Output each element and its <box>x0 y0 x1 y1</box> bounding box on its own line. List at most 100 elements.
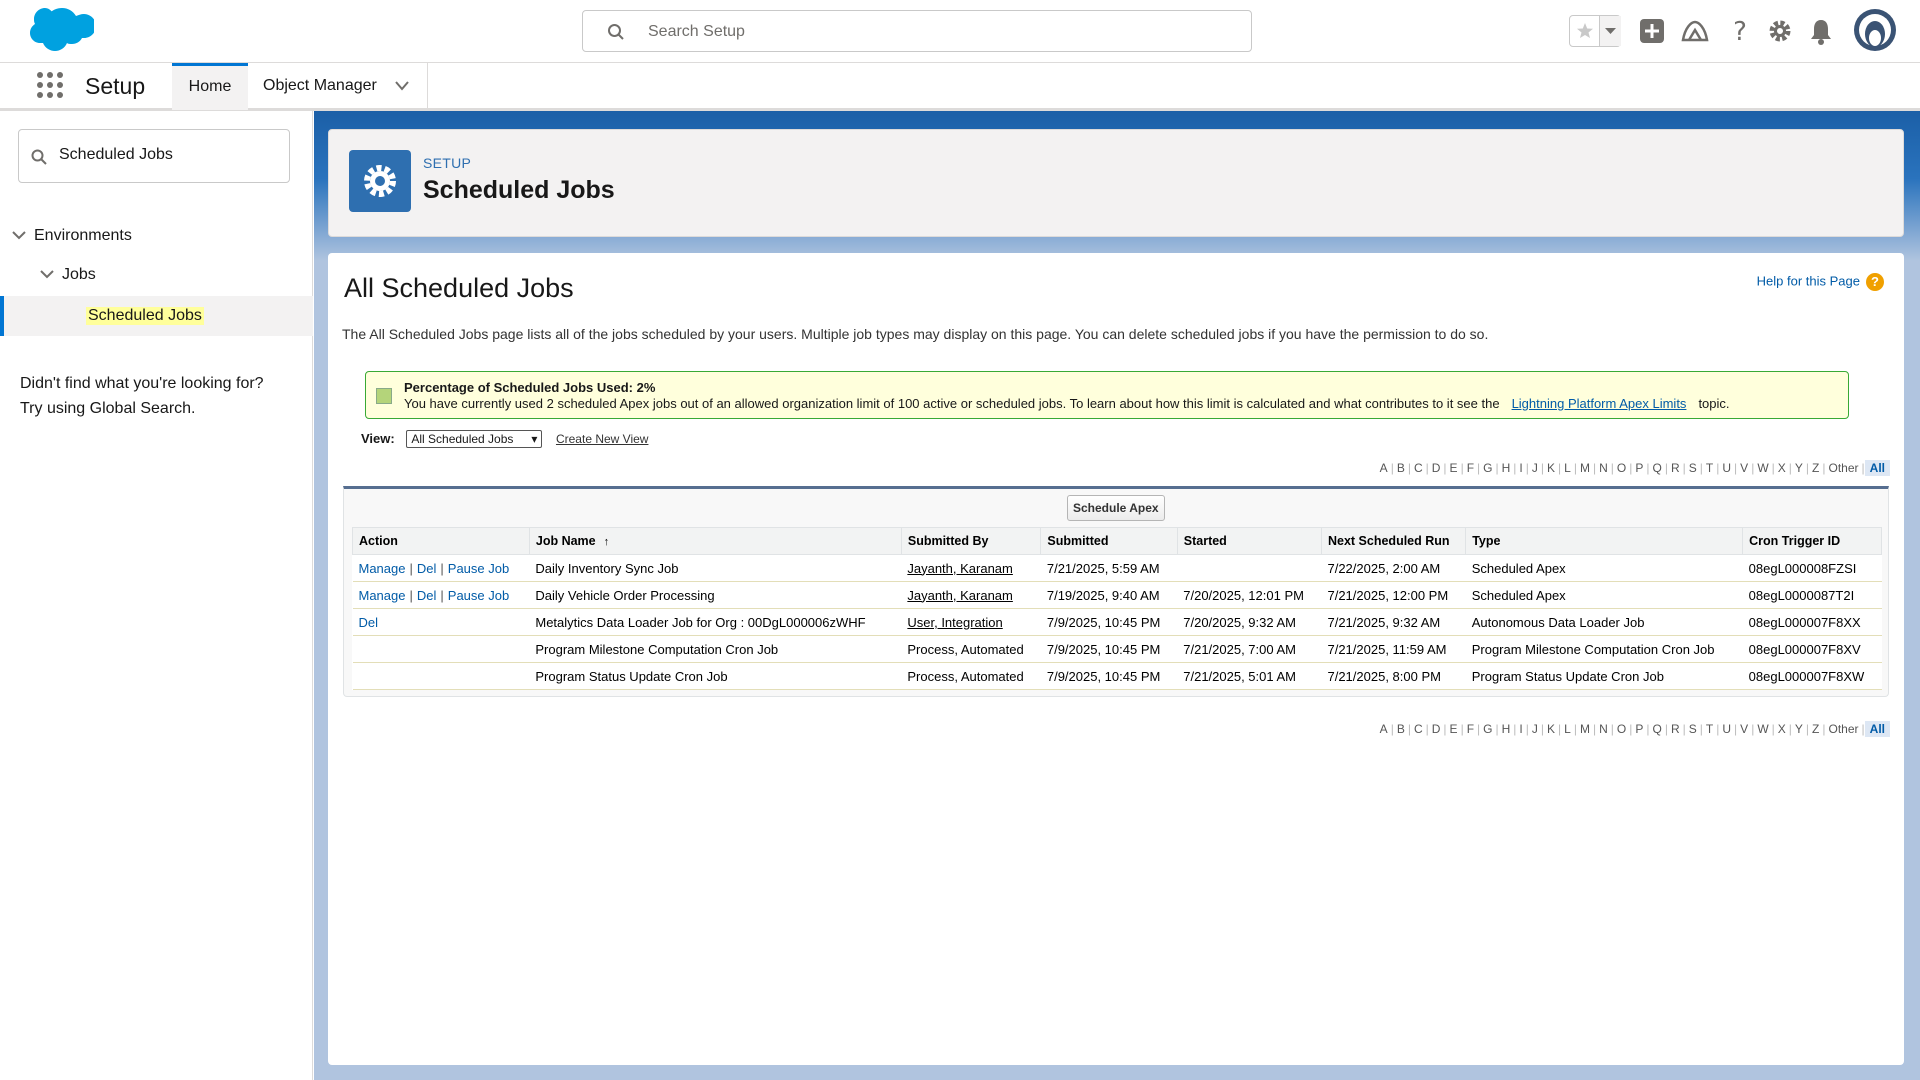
del-link[interactable]: Del <box>359 615 379 630</box>
column-header[interactable]: Submitted <box>1040 527 1178 555</box>
alpha-filter-m[interactable]: M <box>1577 722 1593 736</box>
alpha-filter-f[interactable]: F <box>1464 461 1477 475</box>
alpha-filter-e[interactable]: E <box>1447 722 1461 736</box>
column-header[interactable]: Next Scheduled Run <box>1320 527 1467 555</box>
alpha-filter-p[interactable]: P <box>1632 461 1646 475</box>
alpha-filter-a[interactable]: A <box>1377 461 1391 475</box>
user-avatar[interactable] <box>1853 8 1897 52</box>
quick-find-input[interactable]: Scheduled Jobs <box>18 129 290 183</box>
schedule-apex-button[interactable]: Schedule Apex <box>1067 495 1165 521</box>
alpha-filter-other[interactable]: Other <box>1826 461 1862 475</box>
alpha-filter-o[interactable]: O <box>1614 722 1629 736</box>
alpha-filter-w[interactable]: W <box>1754 461 1771 475</box>
view-select[interactable]: All Scheduled Jobs ▾ <box>406 430 543 448</box>
alpha-filter-u[interactable]: U <box>1719 461 1734 475</box>
alpha-filter-i[interactable]: I <box>1516 461 1525 475</box>
column-header[interactable]: Action <box>352 527 530 555</box>
help-link[interactable]: Help for this Page? <box>1757 273 1884 291</box>
del-link[interactable]: Del <box>417 588 437 603</box>
alpha-filter-l[interactable]: L <box>1561 461 1574 475</box>
global-search-input[interactable]: Search Setup <box>582 10 1252 52</box>
apex-limits-link[interactable]: Lightning Platform Apex Limits <box>1512 396 1687 411</box>
chevron-down-icon[interactable] <box>12 230 26 240</box>
alpha-filter-y[interactable]: Y <box>1792 722 1806 736</box>
manage-link[interactable]: Manage <box>359 588 406 603</box>
alpha-filter-i[interactable]: I <box>1516 722 1525 736</box>
column-header[interactable]: Job Name ↑ <box>528 527 902 555</box>
alpha-filter-r[interactable]: R <box>1668 722 1683 736</box>
column-header[interactable]: Submitted By <box>900 527 1042 555</box>
alpha-filter-n[interactable]: N <box>1596 461 1611 475</box>
alpha-filter-all[interactable]: All <box>1864 460 1890 476</box>
tree-item-scheduled-jobs[interactable]: Scheduled Jobs <box>0 296 313 336</box>
alpha-filter-v[interactable]: V <box>1737 461 1751 475</box>
alpha-filter-d[interactable]: D <box>1429 722 1444 736</box>
favorites-control[interactable] <box>1569 15 1621 47</box>
alpha-filter-v[interactable]: V <box>1737 722 1751 736</box>
del-link[interactable]: Del <box>417 561 437 576</box>
alpha-filter-q[interactable]: Q <box>1650 461 1665 475</box>
favorites-dropdown-icon[interactable] <box>1600 16 1621 46</box>
tab-object-manager[interactable]: Object Manager <box>248 63 428 110</box>
alpha-filter-all[interactable]: All <box>1864 721 1890 737</box>
alpha-filter-a[interactable]: A <box>1377 722 1391 736</box>
column-header[interactable]: Cron Trigger ID <box>1742 527 1882 555</box>
help-icon[interactable]: ? <box>1727 14 1753 48</box>
alpha-filter-q[interactable]: Q <box>1650 722 1665 736</box>
submitted-by-cell[interactable]: User, Integration <box>901 608 1041 636</box>
alpha-filter-u[interactable]: U <box>1719 722 1734 736</box>
setup-gear-icon[interactable] <box>1767 14 1793 48</box>
column-header[interactable]: Type <box>1465 527 1744 555</box>
alpha-filter-n[interactable]: N <box>1596 722 1611 736</box>
trailhead-icon[interactable] <box>1681 14 1709 48</box>
alpha-filter-other[interactable]: Other <box>1826 722 1862 736</box>
app-launcher-icon[interactable] <box>36 71 64 99</box>
tree-item-environments[interactable]: Environments <box>12 227 132 245</box>
notifications-bell-icon[interactable] <box>1808 14 1834 48</box>
create-new-view-link[interactable]: Create New View <box>556 432 648 446</box>
column-header[interactable]: Started <box>1176 527 1322 555</box>
salesforce-logo[interactable] <box>18 6 94 58</box>
alpha-filter-d[interactable]: D <box>1429 461 1444 475</box>
pause-job-link[interactable]: Pause Job <box>448 588 509 603</box>
alpha-filter-e[interactable]: E <box>1447 461 1461 475</box>
manage-link[interactable]: Manage <box>359 561 406 576</box>
alpha-filter-f[interactable]: F <box>1464 722 1477 736</box>
alpha-filter-y[interactable]: Y <box>1792 461 1806 475</box>
alpha-filter-z[interactable]: Z <box>1809 461 1822 475</box>
tree-item-jobs[interactable]: Jobs <box>40 266 96 284</box>
alpha-filter-g[interactable]: G <box>1480 461 1495 475</box>
alpha-filter-r[interactable]: R <box>1668 461 1683 475</box>
chevron-down-icon[interactable] <box>40 269 54 279</box>
alpha-filter-x[interactable]: X <box>1775 461 1789 475</box>
alpha-filter-t[interactable]: T <box>1703 461 1716 475</box>
alpha-filter-k[interactable]: K <box>1544 461 1558 475</box>
alpha-filter-b[interactable]: B <box>1394 461 1408 475</box>
alpha-filter-c[interactable]: C <box>1411 722 1426 736</box>
tab-home[interactable]: Home <box>172 63 248 110</box>
submitted-by-value[interactable]: Jayanth, Karanam <box>907 561 1013 576</box>
submitted-by-cell[interactable]: Jayanth, Karanam <box>901 554 1041 582</box>
alpha-filter-t[interactable]: T <box>1703 722 1716 736</box>
chevron-down-icon[interactable] <box>394 80 410 92</box>
alpha-filter-s[interactable]: S <box>1686 461 1700 475</box>
alpha-filter-j[interactable]: J <box>1529 722 1541 736</box>
alpha-filter-g[interactable]: G <box>1480 722 1495 736</box>
submitted-by-value[interactable]: Jayanth, Karanam <box>907 588 1013 603</box>
favorites-star-icon[interactable] <box>1570 16 1600 46</box>
pause-job-link[interactable]: Pause Job <box>448 561 509 576</box>
alpha-filter-w[interactable]: W <box>1754 722 1771 736</box>
alpha-filter-k[interactable]: K <box>1544 722 1558 736</box>
global-actions-add-icon[interactable] <box>1639 14 1665 48</box>
alpha-filter-x[interactable]: X <box>1775 722 1789 736</box>
alpha-filter-b[interactable]: B <box>1394 722 1408 736</box>
alpha-filter-p[interactable]: P <box>1632 722 1646 736</box>
alpha-filter-l[interactable]: L <box>1561 722 1574 736</box>
alpha-filter-m[interactable]: M <box>1577 461 1593 475</box>
alpha-filter-h[interactable]: H <box>1499 722 1514 736</box>
alpha-filter-h[interactable]: H <box>1499 461 1514 475</box>
submitted-by-cell[interactable]: Jayanth, Karanam <box>901 581 1041 609</box>
submitted-by-value[interactable]: User, Integration <box>907 615 1002 630</box>
alpha-filter-c[interactable]: C <box>1411 461 1426 475</box>
alpha-filter-j[interactable]: J <box>1529 461 1541 475</box>
